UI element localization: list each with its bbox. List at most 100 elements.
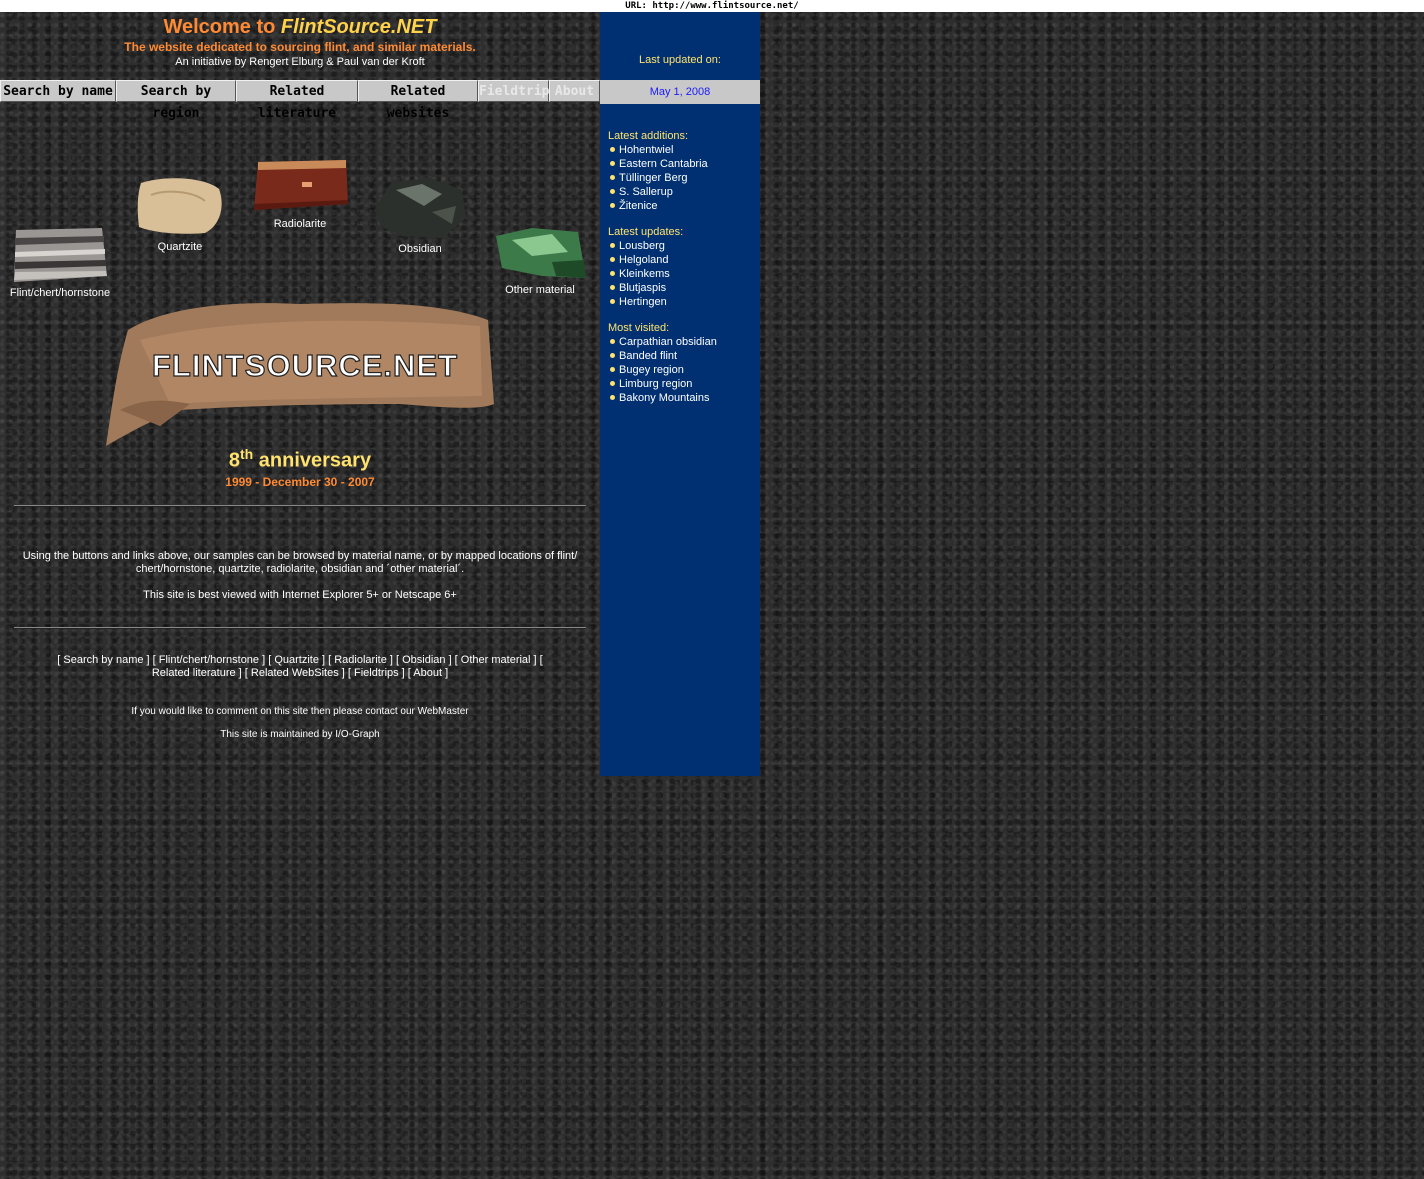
latest-update-item[interactable]: Kleinkems bbox=[610, 267, 670, 281]
most-visited-list: Carpathian obsidian Banded flint Bugey r… bbox=[610, 335, 717, 405]
latest-addition-label[interactable]: Tüllinger Berg bbox=[619, 172, 687, 184]
specimen-label-quartzite: Quartzite bbox=[157, 241, 203, 253]
latest-addition-item[interactable]: Hohentwiel bbox=[610, 143, 708, 157]
most-visited-item[interactable]: Limburg region bbox=[610, 377, 717, 391]
latest-update-label[interactable]: Helgoland bbox=[619, 254, 669, 266]
sidebar: Last updated on: May 1, 2008 Latest addi… bbox=[600, 12, 760, 776]
specimen-other[interactable]: Other material bbox=[480, 226, 600, 296]
page-subtitle: The website dedicated to sourcing flint,… bbox=[124, 40, 476, 54]
latest-addition-label[interactable]: Hohentwiel bbox=[619, 144, 673, 156]
bullet-icon bbox=[610, 256, 615, 262]
latest-update-item[interactable]: Lousberg bbox=[610, 239, 670, 253]
related-literature-button[interactable]: Related literature bbox=[236, 80, 358, 121]
latest-updates-title: Latest updates: bbox=[608, 226, 684, 238]
anniversary-number: 8 bbox=[228, 449, 241, 472]
welcome-prefix: Welcome to bbox=[163, 16, 281, 38]
bullet-icon bbox=[610, 366, 615, 372]
bullet-icon bbox=[610, 338, 615, 344]
most-visited-label[interactable]: Bugey region bbox=[619, 364, 684, 376]
most-visited-label[interactable]: Carpathian obsidian bbox=[619, 336, 717, 348]
most-visited-label[interactable]: Bakony Mountains bbox=[619, 392, 710, 404]
latest-update-label[interactable]: Kleinkems bbox=[619, 268, 670, 280]
bullet-icon bbox=[610, 270, 615, 276]
specimen-label-obsidian: Obsidian bbox=[398, 243, 442, 255]
other-material-stone-image[interactable] bbox=[492, 226, 588, 282]
browse-instructions: Using the buttons and links above, our s… bbox=[22, 550, 578, 575]
logo-image: FLINTSOURCE.NET bbox=[106, 303, 494, 446]
page-header: Welcome to FlintSource.NET The website d… bbox=[0, 12, 600, 80]
anniversary-dates: 1999 - December 30 - 2007 bbox=[225, 474, 375, 489]
most-visited-title: Most visited: bbox=[608, 322, 670, 334]
logo-text: FLINTSOURCE.NET bbox=[152, 348, 458, 383]
quartzite-stone-image[interactable] bbox=[135, 175, 225, 235]
latest-addition-item[interactable]: Tüllinger Berg bbox=[610, 171, 708, 185]
latest-additions-list: Hohentwiel Eastern Cantabria Tüllinger B… bbox=[610, 143, 708, 213]
bullet-icon bbox=[610, 380, 615, 386]
footer-links[interactable]: [ Search by name ] [ Flint/chert/hornsto… bbox=[40, 654, 560, 680]
most-visited-label[interactable]: Banded flint bbox=[619, 350, 677, 362]
anniversary-heading: 8th anniversary bbox=[0, 446, 600, 473]
search-by-region-button[interactable]: Search by region bbox=[116, 80, 236, 121]
best-viewed-note: This site is best viewed with Internet E… bbox=[143, 589, 457, 601]
most-visited-item[interactable]: Banded flint bbox=[610, 349, 717, 363]
specimen-obsidian[interactable]: Obsidian bbox=[360, 176, 480, 255]
latest-additions-title: Latest additions: bbox=[608, 130, 689, 142]
latest-update-label[interactable]: Lousberg bbox=[619, 240, 665, 252]
divider-top bbox=[14, 505, 586, 507]
bullet-icon bbox=[610, 242, 615, 248]
maintainer-note[interactable]: This site is maintained by I/O-Graph bbox=[20, 728, 580, 741]
fieldtrips-button[interactable]: Fieldtrips bbox=[478, 80, 557, 102]
anniversary-word: anniversary bbox=[253, 449, 372, 472]
nav-bar: Search by name Search by region Related … bbox=[0, 80, 600, 121]
latest-addition-item[interactable]: Eastern Cantabria bbox=[610, 157, 708, 171]
anniversary-block: 8th anniversary 1999 - December 30 - 200… bbox=[0, 446, 600, 489]
bullet-icon bbox=[610, 352, 615, 358]
about-button[interactable]: About bbox=[549, 80, 600, 102]
obsidian-stone-image[interactable] bbox=[372, 176, 468, 240]
bullet-icon bbox=[610, 188, 615, 194]
latest-addition-label[interactable]: Žitenice bbox=[619, 200, 658, 212]
specimen-label-other: Other material bbox=[505, 284, 575, 296]
divider-bottom bbox=[14, 627, 586, 629]
latest-addition-label[interactable]: S. Sallerup bbox=[619, 186, 673, 198]
latest-update-item[interactable]: Hertingen bbox=[610, 295, 670, 309]
footer-links-text[interactable]: [ Search by name ] [ Flint/chert/hornsto… bbox=[57, 654, 542, 679]
last-updated-label: Last updated on: bbox=[639, 54, 721, 66]
latest-addition-item[interactable]: S. Sallerup bbox=[610, 185, 708, 199]
most-visited-label[interactable]: Limburg region bbox=[619, 378, 692, 390]
bullet-icon bbox=[610, 394, 615, 400]
latest-update-label[interactable]: Hertingen bbox=[619, 296, 667, 308]
specimen-quartzite[interactable]: Quartzite bbox=[120, 175, 240, 253]
bullet-icon bbox=[610, 202, 615, 208]
last-updated-date: May 1, 2008 bbox=[600, 80, 760, 104]
most-visited-item[interactable]: Bugey region bbox=[610, 363, 717, 377]
specimen-label-flint: Flint/chert/hornstone bbox=[9, 287, 111, 299]
specimen-radiolarite[interactable]: Radiolarite bbox=[240, 158, 360, 230]
flint-stone-image[interactable] bbox=[10, 224, 110, 284]
search-by-name-button[interactable]: Search by name bbox=[0, 80, 116, 102]
specimen-label-radiolarite: Radiolarite bbox=[273, 218, 327, 230]
latest-update-item[interactable]: Helgoland bbox=[610, 253, 670, 267]
related-websites-button[interactable]: Related websites bbox=[358, 80, 478, 121]
latest-updates-list: Lousberg Helgoland Kleinkems Blutjaspis … bbox=[610, 239, 670, 309]
latest-update-label[interactable]: Blutjaspis bbox=[619, 282, 666, 294]
specimen-flint[interactable]: Flint/chert/hornstone bbox=[0, 224, 120, 299]
webmaster-contact[interactable]: If you would like to comment on this sit… bbox=[20, 705, 580, 718]
maintainer-link[interactable]: This site is maintained by I/O-Graph bbox=[220, 729, 380, 740]
most-visited-item[interactable]: Bakony Mountains bbox=[610, 391, 717, 405]
most-visited-item[interactable]: Carpathian obsidian bbox=[610, 335, 717, 349]
bullet-icon bbox=[610, 284, 615, 290]
page-title: Welcome to FlintSource.NET bbox=[0, 12, 600, 39]
bullet-icon bbox=[610, 174, 615, 180]
bullet-icon bbox=[610, 146, 615, 152]
latest-addition-item[interactable]: Žitenice bbox=[610, 199, 708, 213]
webmaster-link[interactable]: If you would like to comment on this sit… bbox=[131, 706, 468, 717]
latest-addition-label[interactable]: Eastern Cantabria bbox=[619, 158, 708, 170]
url-bar: URL: http://www.flintsource.net/ bbox=[0, 0, 1424, 12]
initiative-credit: An initiative by Rengert Elburg & Paul v… bbox=[175, 56, 425, 68]
flintsource-logo: FLINTSOURCE.NET bbox=[100, 300, 500, 453]
latest-update-item[interactable]: Blutjaspis bbox=[610, 281, 670, 295]
bullet-icon bbox=[610, 160, 615, 166]
anniversary-suffix: th bbox=[240, 446, 254, 462]
radiolarite-stone-image[interactable] bbox=[252, 158, 348, 212]
